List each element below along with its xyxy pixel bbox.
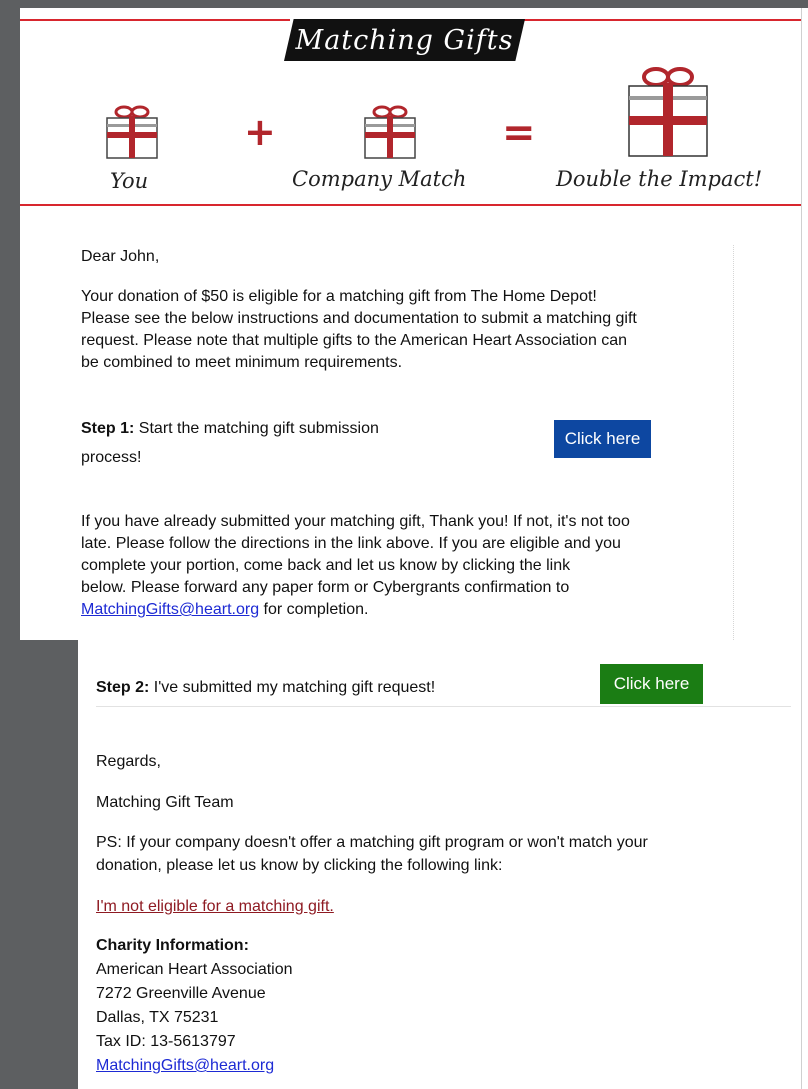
gift-icon — [628, 67, 708, 157]
intro-line-1: Your donation of $50 is eligible for a m… — [81, 288, 597, 305]
step2-divider — [96, 706, 791, 707]
regards: Regards, — [96, 753, 161, 770]
charity-email-line: MatchingGifts@heart.org — [96, 1055, 274, 1077]
charity-heading: Charity Information: — [96, 937, 249, 954]
you-caption: You — [110, 169, 149, 193]
greeting: Dear John, — [81, 248, 160, 265]
step1-text: Start the matching gift submission — [138, 420, 379, 437]
step1-line-2: process! — [81, 449, 142, 466]
already-line-1: If you have already submitted your match… — [81, 513, 630, 530]
already-tail: for completion. — [259, 601, 369, 618]
plus-icon: + — [244, 110, 276, 154]
header-bottom-line — [20, 204, 801, 206]
charity-city: Dallas, TX 75231 — [96, 1009, 219, 1026]
already-line-4: below. Please forward any paper form or … — [81, 579, 570, 596]
already-line-3: complete your portion, come back and let… — [81, 557, 571, 574]
charity-street: 7272 Greenville Avenue — [96, 985, 266, 1002]
gift-icon — [364, 105, 416, 159]
charity-name: American Heart Association — [96, 961, 293, 978]
content-column-border — [733, 245, 734, 640]
intro-line-3: request. Please note that multiple gifts… — [81, 332, 628, 349]
not-eligible-line: I'm not eligible for a matching gift. — [96, 896, 334, 918]
step1-label: Step 1: — [81, 420, 135, 437]
already-line-5: MatchingGifts@heart.org for completion. — [81, 599, 368, 621]
team-signature: Matching Gift Team — [96, 794, 234, 811]
matching-gifts-title: Matching Gifts — [284, 19, 525, 61]
equals-icon: = — [502, 110, 536, 156]
charity-email-link[interactable]: MatchingGifts@heart.org — [96, 1057, 274, 1074]
step2-line: Step 2: I've submitted my matching gift … — [96, 677, 435, 699]
already-line-2: late. Please follow the directions in th… — [81, 535, 621, 552]
step2-label: Step 2: — [96, 679, 150, 696]
gift-icon — [106, 105, 158, 159]
step1-click-here-button[interactable]: Click here — [554, 420, 651, 458]
ps-line-2: donation, please let us know by clicking… — [96, 857, 503, 874]
company-match-caption: Company Match — [292, 167, 467, 191]
not-eligible-link[interactable]: I'm not eligible for a matching gift. — [96, 898, 334, 915]
intro-line-2: Please see the below instructions and do… — [81, 310, 637, 327]
step1-line-1: Step 1: Start the matching gift submissi… — [81, 418, 379, 440]
charity-tax-id: Tax ID: 13-5613797 — [96, 1033, 236, 1050]
step2-click-here-button[interactable]: Click here — [600, 664, 703, 704]
intro-line-4: be combined to meet minimum requirements… — [81, 354, 403, 371]
matching-gifts-email-link[interactable]: MatchingGifts@heart.org — [81, 601, 259, 618]
ps-line-1: PS: If your company doesn't offer a matc… — [96, 834, 648, 851]
step2-text: I've submitted my matching gift request! — [153, 679, 436, 696]
window-edge — [801, 8, 808, 1089]
header-top-line-left — [20, 19, 290, 21]
double-impact-caption: Double the Impact! — [556, 167, 763, 191]
header-top-line-right — [522, 19, 801, 21]
